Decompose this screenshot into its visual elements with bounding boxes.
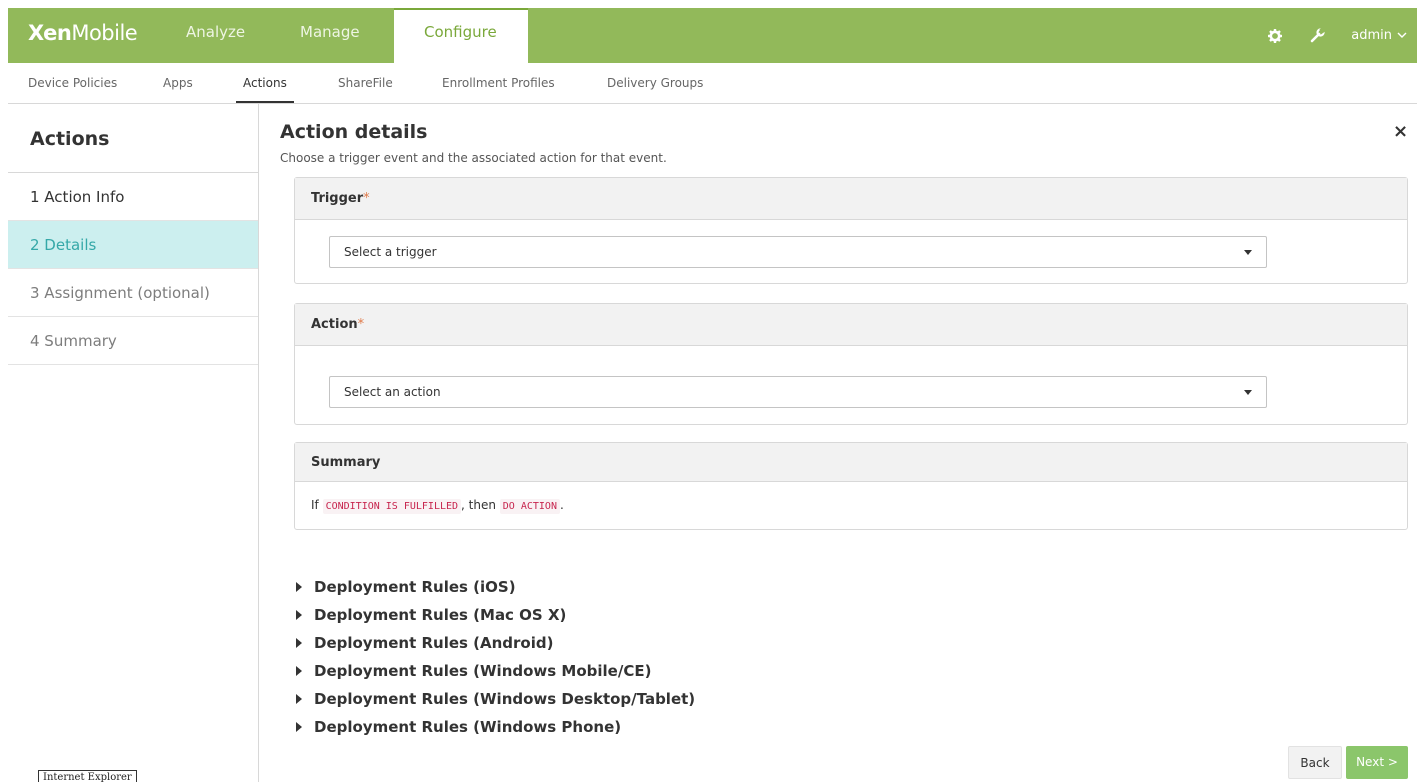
trigger-select[interactable]: Select a trigger <box>329 236 1267 268</box>
subnav-actions[interactable]: Actions <box>236 63 294 103</box>
step-action-info[interactable]: 1 Action Info <box>8 173 258 221</box>
summary-panel: Summary If CONDITION IS FULFILLED, then … <box>294 442 1408 530</box>
subnav-enrollment-profiles[interactable]: Enrollment Profiles <box>442 63 555 103</box>
deployment-rules-android[interactable]: Deployment Rules (Android) <box>296 634 553 652</box>
close-icon[interactable]: × <box>1393 121 1408 142</box>
step-assignment[interactable]: 3 Assignment (optional) <box>8 269 258 317</box>
nav-manage[interactable]: Manage <box>300 8 360 63</box>
nav-configure[interactable]: Configure <box>394 8 528 63</box>
caret-right-icon <box>296 610 302 620</box>
required-mark: * <box>357 317 365 332</box>
chevron-down-icon <box>1397 28 1407 43</box>
action-panel: Action* Select an action <box>294 303 1408 425</box>
summary-header: Summary <box>295 443 1407 482</box>
deployment-rules-macosx[interactable]: Deployment Rules (Mac OS X) <box>296 606 566 624</box>
page-subtitle: Choose a trigger event and the associate… <box>280 151 667 165</box>
sidebar-title: Actions <box>8 104 258 173</box>
sub-navigation: Device Policies Apps Actions ShareFile E… <box>8 63 1417 104</box>
user-name: admin <box>1351 28 1392 43</box>
nav-analyze[interactable]: Analyze <box>186 8 245 63</box>
step-summary[interactable]: 4 Summary <box>8 317 258 365</box>
caret-right-icon <box>296 666 302 676</box>
trigger-panel: Trigger* Select a trigger <box>294 177 1408 284</box>
step-details[interactable]: 2 Details <box>8 221 258 269</box>
gear-icon[interactable] <box>1267 28 1283 44</box>
subnav-apps[interactable]: Apps <box>163 63 193 103</box>
deployment-rules-ios[interactable]: Deployment Rules (iOS) <box>296 578 516 596</box>
condition-code: CONDITION IS FULFILLED <box>322 499 462 514</box>
next-button[interactable]: Next > <box>1346 746 1408 779</box>
browser-badge: Internet Explorer <box>38 770 137 782</box>
subnav-delivery-groups[interactable]: Delivery Groups <box>607 63 703 103</box>
caret-down-icon <box>1244 250 1252 255</box>
required-mark: * <box>363 191 370 206</box>
wrench-icon[interactable] <box>1309 28 1325 44</box>
caret-right-icon <box>296 582 302 592</box>
trigger-header: Trigger* <box>295 178 1407 220</box>
caret-right-icon <box>296 638 302 648</box>
caret-right-icon <box>296 722 302 732</box>
page-title: Action details <box>280 121 428 143</box>
action-code: DO ACTION <box>499 499 560 514</box>
subnav-sharefile[interactable]: ShareFile <box>338 63 393 103</box>
trigger-label: Trigger <box>311 191 364 206</box>
action-select[interactable]: Select an action <box>329 376 1267 408</box>
deployment-rules-windows-phone[interactable]: Deployment Rules (Windows Phone) <box>296 718 621 736</box>
back-button[interactable]: Back <box>1288 746 1342 779</box>
xenmobile-logo[interactable]: XenMobile <box>28 21 138 45</box>
caret-down-icon <box>1244 390 1252 395</box>
action-label: Action <box>311 317 358 332</box>
top-right-tools: admin <box>1267 8 1407 63</box>
subnav-device-policies[interactable]: Device Policies <box>28 63 117 103</box>
action-select-value: Select an action <box>344 385 441 399</box>
deployment-rules-windows-desktop[interactable]: Deployment Rules (Windows Desktop/Tablet… <box>296 690 695 708</box>
trigger-select-value: Select a trigger <box>344 245 437 259</box>
action-header: Action* <box>295 304 1407 346</box>
summary-text: If CONDITION IS FULFILLED, then DO ACTIO… <box>311 498 564 514</box>
caret-right-icon <box>296 694 302 704</box>
top-navigation-bar: XenMobile Analyze Manage Configure admin <box>8 8 1417 63</box>
user-menu[interactable]: admin <box>1351 28 1407 43</box>
wizard-sidebar: Actions 1 Action Info 2 Details 3 Assign… <box>8 104 259 782</box>
deployment-rules-windows-mobile[interactable]: Deployment Rules (Windows Mobile/CE) <box>296 662 651 680</box>
